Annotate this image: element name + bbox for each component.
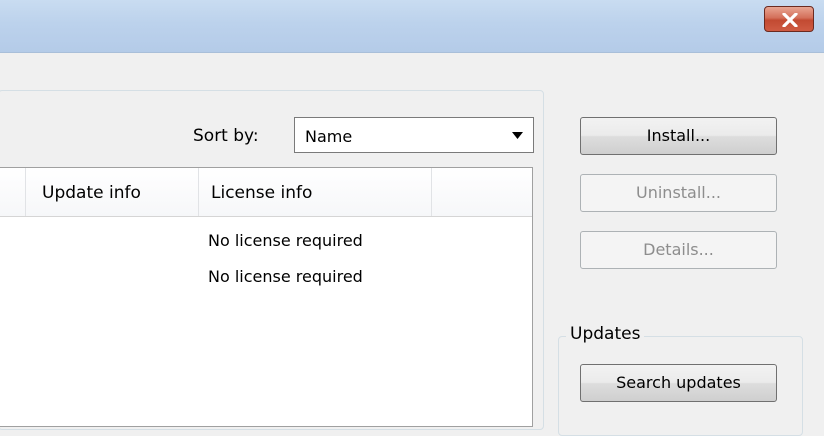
details-button[interactable]: Details... <box>580 231 777 269</box>
sort-by-dropdown[interactable]: Name <box>294 117 534 153</box>
list-header: Update info License info <box>0 168 532 217</box>
close-button[interactable] <box>764 6 814 32</box>
column-header-license-info[interactable]: License info <box>211 183 312 203</box>
uninstall-button[interactable]: Uninstall... <box>580 174 777 212</box>
title-bar <box>0 0 824 53</box>
sort-by-value: Name <box>305 127 353 146</box>
install-button[interactable]: Install... <box>580 117 777 155</box>
dropdown-arrow-icon <box>512 132 523 139</box>
column-header-update-info[interactable]: Update info <box>42 183 141 203</box>
row-2-license-info[interactable]: No license required <box>208 267 363 286</box>
row-1-license-info[interactable]: No license required <box>208 231 363 250</box>
sort-by-label: Sort by: <box>193 126 259 146</box>
close-icon <box>782 13 798 27</box>
updates-group-label: Updates <box>566 324 645 344</box>
column-separator[interactable] <box>431 168 432 216</box>
search-updates-button[interactable]: Search updates <box>580 364 777 402</box>
column-separator[interactable] <box>198 168 199 216</box>
plugins-list[interactable]: Update info License info No license requ… <box>0 167 533 427</box>
column-separator[interactable] <box>25 168 26 216</box>
